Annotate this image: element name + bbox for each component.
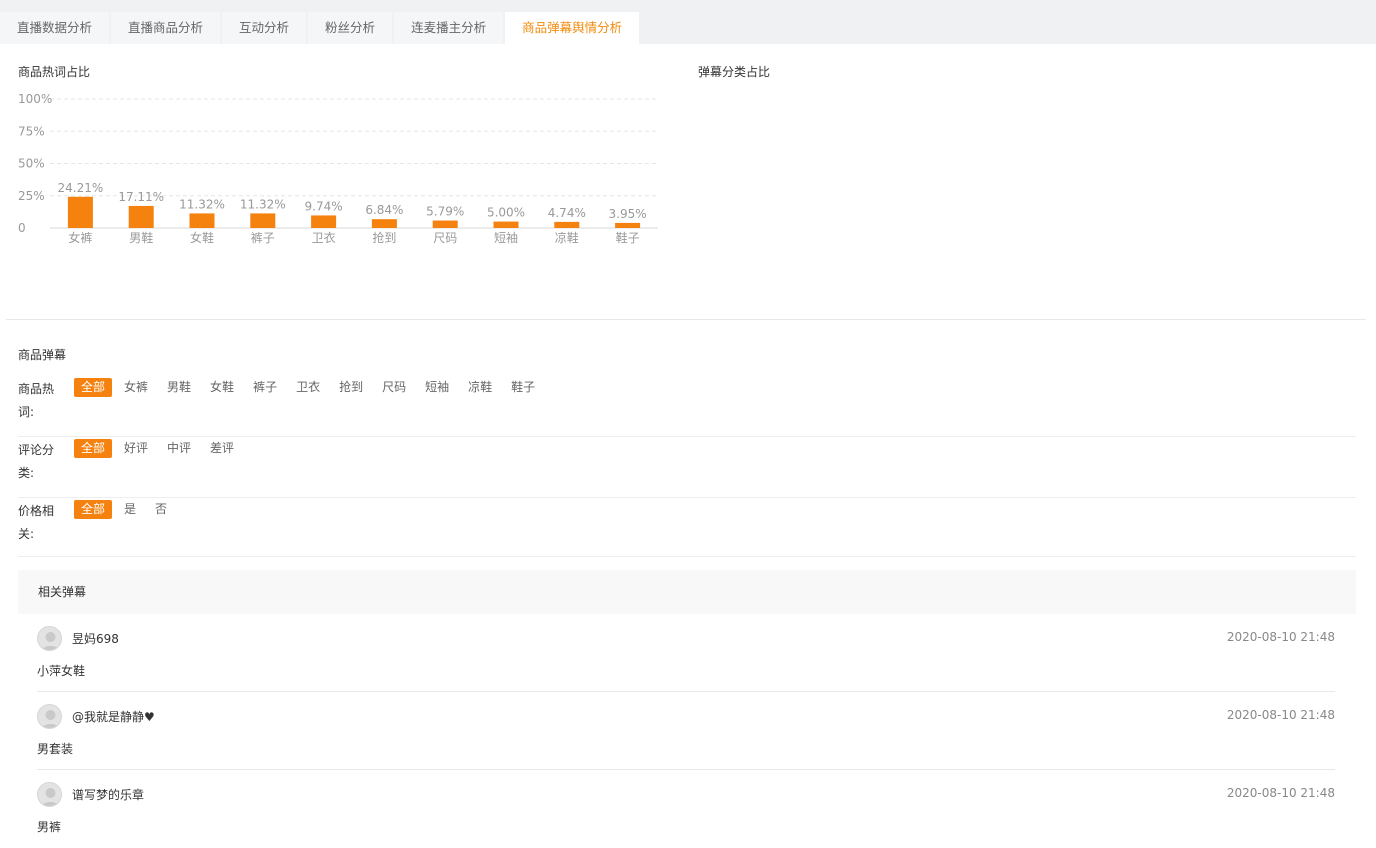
filter-row-1: 评论分类: 全部 好评 中评 差评 <box>18 439 1356 498</box>
avatar-icon <box>37 704 62 729</box>
bar-value-label: 5.79% <box>426 205 464 219</box>
tab-3[interactable]: 粉丝分析 <box>308 12 393 44</box>
comment-time: 2020-08-10 21:48 <box>1226 786 1335 800</box>
x-tick-label: 女裤 <box>68 230 92 245</box>
tab-5[interactable]: 商品弹幕舆情分析 <box>505 12 640 44</box>
hotword-bar-chart: 0 25% 50% 75% 100% 24.21% 女裤 17.11% 男鞋 11.32% 女鞋 11… <box>18 92 658 245</box>
x-tick-label: 凉鞋 <box>555 230 579 245</box>
y-tick-label: 75% <box>18 124 45 138</box>
tab-1[interactable]: 直播商品分析 <box>111 12 221 44</box>
filter-option[interactable]: 短袖 <box>418 378 456 397</box>
main-content: 商品热词占比 弹幕分类占比 0 25% 50% 75% 100% 24.21% 女裤 17.1… <box>6 44 1372 842</box>
filter-option[interactable]: 差评 <box>203 439 241 458</box>
section-divider <box>6 319 1366 320</box>
bar-value-label: 5.00% <box>487 206 525 220</box>
x-tick-label: 男鞋 <box>129 230 153 245</box>
filter-option[interactable]: 中评 <box>160 439 198 458</box>
x-tick-label: 裤子 <box>251 231 275 245</box>
y-tick-label: 25% <box>18 189 45 203</box>
bar-value-label: 17.11% <box>118 190 164 204</box>
comment-username: 昱妈698 <box>72 632 119 646</box>
filter-option[interactable]: 男鞋 <box>160 378 198 397</box>
bar-value-label: 6.84% <box>365 203 403 217</box>
bar-value-label: 9.74% <box>305 199 343 213</box>
x-tick-label: 女鞋 <box>190 230 214 245</box>
filter-option[interactable]: 卫衣 <box>289 378 327 397</box>
hotword-chart-title: 商品热词占比 <box>18 65 91 79</box>
filter-option[interactable]: 否 <box>148 500 174 519</box>
tab-0[interactable]: 直播数据分析 <box>0 12 110 44</box>
filter-option[interactable]: 凉鞋 <box>461 378 499 397</box>
comment-time: 2020-08-10 21:48 <box>1226 630 1335 644</box>
filter-option[interactable]: 尺码 <box>375 378 413 397</box>
x-tick-label: 鞋子 <box>616 230 640 245</box>
bar <box>250 213 276 228</box>
tab-bar: 直播数据分析 直播商品分析 互动分析 粉丝分析 连麦播主分析 商品弹幕舆情分析 <box>0 0 1376 44</box>
filter-label: 价格相关: <box>18 504 55 541</box>
tab-4[interactable]: 连麦播主分析 <box>394 12 504 44</box>
bar <box>67 196 93 228</box>
filter-option[interactable]: 全部 <box>74 439 113 458</box>
comment-item: 谱写梦的乐章 2020-08-10 21:48 男裤 <box>37 770 1335 848</box>
bar <box>432 220 458 228</box>
bar <box>554 221 580 228</box>
y-tick-label: 100% <box>18 92 52 106</box>
bar-value-label: 4.74% <box>548 206 586 220</box>
avatar-icon <box>37 782 62 807</box>
filter-option[interactable]: 鞋子 <box>504 378 542 397</box>
tab-2[interactable]: 互动分析 <box>222 12 307 44</box>
comments-header: 相关弹幕 <box>18 570 1356 614</box>
bar <box>128 205 154 228</box>
filter-row-0: 商品热词: 全部 女裤 男鞋 女鞋 裤子 卫衣 抢到 尺码 短袖 凉鞋 鞋子 <box>18 378 1356 437</box>
filter-option[interactable]: 是 <box>117 500 143 519</box>
filter-option[interactable]: 女裤 <box>117 378 155 397</box>
bar <box>615 222 641 228</box>
filter-option[interactable]: 全部 <box>74 500 113 519</box>
comment-text: 男裤 <box>37 820 62 834</box>
x-tick-label: 短袖 <box>494 230 518 245</box>
x-tick-label: 尺码 <box>433 231 457 245</box>
filter-options: 全部是否 <box>74 500 179 519</box>
filter-option[interactable]: 全部 <box>74 378 113 397</box>
comment-text: 男套装 <box>37 742 74 756</box>
comment-item: 昱妈698 2020-08-10 21:48 小萍女鞋 <box>37 614 1335 692</box>
bar <box>189 213 215 228</box>
filter-option[interactable]: 女鞋 <box>203 378 241 397</box>
bar <box>493 221 519 228</box>
category-chart-title: 弹幕分类占比 <box>698 65 771 79</box>
filter-label: 评论分类: <box>18 443 55 480</box>
x-tick-label: 卫衣 <box>312 230 336 245</box>
bar <box>371 219 397 228</box>
filter-options: 全部 好评 中评 差评 <box>74 439 246 458</box>
bar-value-label: 24.21% <box>58 181 104 195</box>
y-tick-label: 50% <box>18 157 45 171</box>
comment-username: @我就是静静♥ <box>72 710 155 724</box>
bar-value-label: 11.32% <box>240 197 286 211</box>
bar-value-label: 3.95% <box>609 207 647 221</box>
bar <box>311 215 337 228</box>
comment-time: 2020-08-10 21:48 <box>1226 708 1335 722</box>
filter-option[interactable]: 裤子 <box>246 378 284 397</box>
comment-item: @我就是静静♥ 2020-08-10 21:48 男套装 <box>37 692 1335 770</box>
bar-value-label: 11.32% <box>179 197 225 211</box>
y-tick-label: 0 <box>18 221 26 235</box>
filter-option[interactable]: 抢到 <box>332 378 370 397</box>
avatar-icon <box>37 626 62 651</box>
x-tick-label: 抢到 <box>372 230 396 245</box>
filter-option[interactable]: 好评 <box>117 439 155 458</box>
filter-label: 商品热词: <box>18 382 55 419</box>
filter-options: 全部 女裤 男鞋 女鞋 裤子 卫衣 抢到 尺码 短袖 凉鞋 鞋子 <box>74 378 547 397</box>
comment-username: 谱写梦的乐章 <box>72 788 145 802</box>
comment-text: 小萍女鞋 <box>37 664 86 678</box>
filter-row-2: 价格相关: 全部是否 <box>18 500 1356 557</box>
danmu-section-title: 商品弹幕 <box>18 348 67 362</box>
